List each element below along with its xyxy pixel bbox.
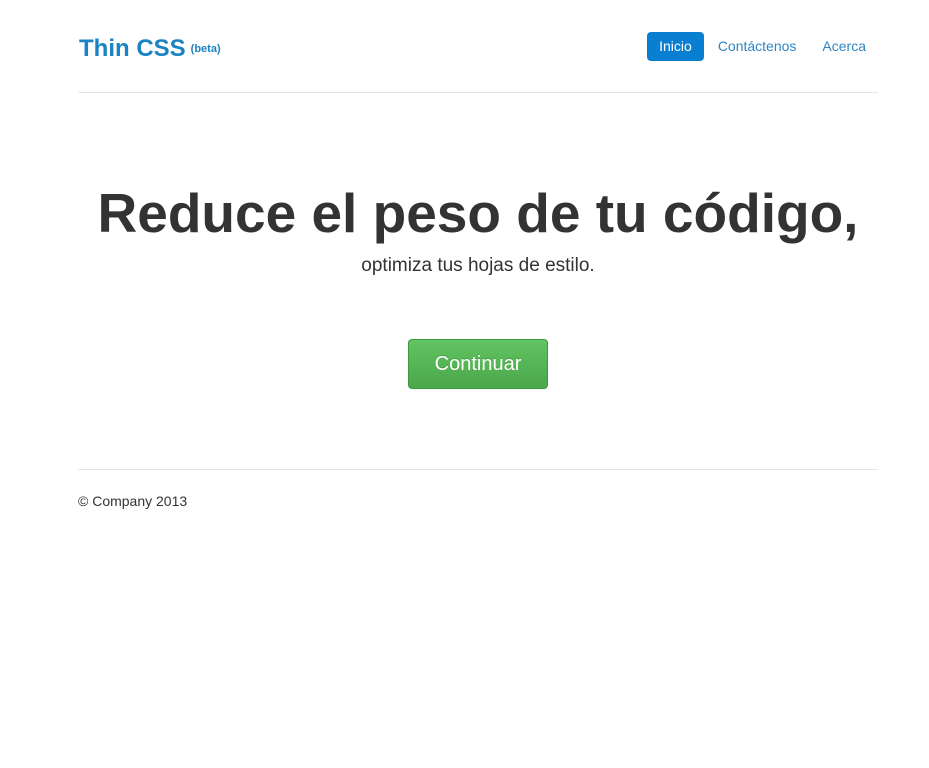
- footer-copyright: © Company 2013: [78, 493, 188, 509]
- continue-button[interactable]: Continuar: [408, 339, 548, 389]
- page-container: Thin CSS (beta) Inicio Contáctenos Acerca…: [78, 0, 878, 509]
- footer: © Company 2013: [78, 469, 878, 509]
- brand-name: Thin CSS: [79, 35, 186, 62]
- brand-logo[interactable]: Thin CSS (beta): [79, 35, 221, 63]
- header: Thin CSS (beta) Inicio Contáctenos Acerca: [78, 0, 878, 93]
- hero-title: Reduce el peso de tu código,: [97, 182, 859, 244]
- nav-item-contactenos[interactable]: Contáctenos: [706, 32, 809, 61]
- brand-beta-tag: (beta): [190, 43, 221, 55]
- nav-item-acerca[interactable]: Acerca: [810, 32, 878, 61]
- hero-subtitle: optimiza tus hojas de estilo.: [361, 255, 595, 276]
- main-nav: Inicio Contáctenos Acerca: [645, 32, 878, 61]
- nav-item-inicio[interactable]: Inicio: [647, 32, 704, 61]
- hero-section: Reduce el peso de tu código, optimiza tu…: [78, 93, 878, 469]
